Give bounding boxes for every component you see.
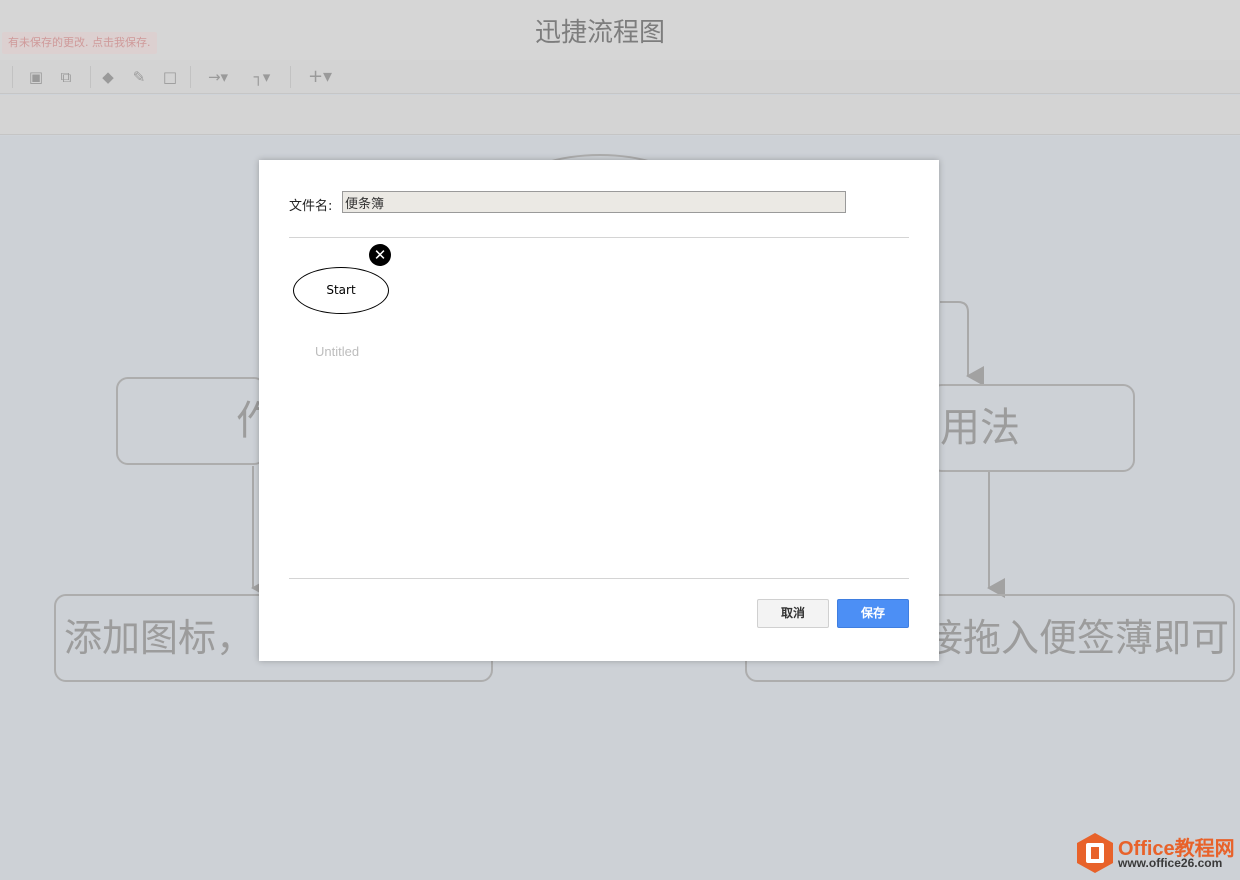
- to-back-icon[interactable]: ⧉: [56, 67, 76, 87]
- close-circle-icon[interactable]: ✕: [369, 244, 391, 266]
- toolbar-separator: [12, 66, 13, 88]
- filename-label: 文件名:: [289, 199, 333, 214]
- divider: [289, 578, 909, 579]
- app-title: 迅捷流程图: [534, 18, 665, 48]
- connector-style-icon[interactable]: →▾: [200, 67, 236, 87]
- cancel-button[interactable]: 取消: [757, 599, 829, 628]
- insert-icon[interactable]: +▾: [302, 67, 338, 87]
- connector-line: [940, 301, 984, 386]
- office-logo-icon: [1077, 833, 1113, 873]
- toolbar: ▣ ⧉ ◆ ✎ □ →▾ ┐▾ +▾: [0, 60, 1240, 94]
- filename-input[interactable]: [342, 191, 846, 213]
- node-label: 接拖入便签薄即可: [925, 616, 1230, 660]
- untitled-label[interactable]: Untitled: [315, 344, 359, 359]
- save-button[interactable]: 保存: [837, 599, 909, 628]
- save-dialog: 文件名: Start ✕ Untitled 取消 保存: [259, 160, 939, 661]
- process-node[interactable]: 作: [116, 377, 266, 465]
- unsaved-notice[interactable]: 有未保存的更改. 点击我保存.: [2, 32, 157, 54]
- shadow-icon[interactable]: □: [160, 67, 180, 87]
- shape-label: Start: [326, 283, 356, 297]
- node-label: 添加图标，: [64, 616, 255, 660]
- node-label: 用法: [940, 405, 1020, 451]
- waypoint-style-icon[interactable]: ┐▾: [244, 67, 280, 87]
- watermark: Office教程网 www.office26.com: [1076, 830, 1236, 876]
- divider: [289, 237, 909, 238]
- format-bar: [0, 95, 1240, 135]
- toolbar-separator: [290, 66, 291, 88]
- line-color-icon[interactable]: ✎: [128, 67, 150, 87]
- to-front-icon[interactable]: ▣: [26, 67, 46, 87]
- app-header: 迅捷流程图 有未保存的更改. 点击我保存.: [0, 0, 1240, 60]
- watermark-url: www.office26.com: [1118, 856, 1223, 870]
- toolbar-separator: [90, 66, 91, 88]
- toolbar-separator: [190, 66, 191, 88]
- fill-color-icon[interactable]: ◆: [98, 67, 118, 87]
- library-shape-start[interactable]: Start: [293, 267, 389, 314]
- process-node[interactable]: 用法: [930, 384, 1135, 472]
